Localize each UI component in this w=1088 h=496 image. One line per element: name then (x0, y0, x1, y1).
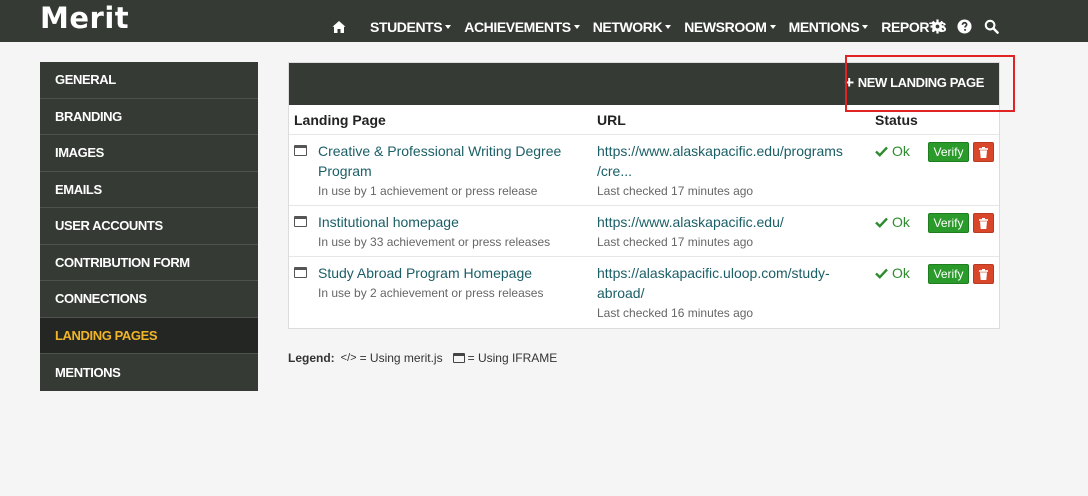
landing-page-url[interactable]: https://www.alaskapacific.edu/programs /… (597, 141, 843, 181)
table-row: Institutional homepage In use by 33 achi… (289, 206, 999, 257)
trash-icon (979, 217, 988, 229)
iframe-icon (294, 216, 307, 227)
nav-mentions[interactable]: MENTIONS (789, 19, 869, 35)
chevron-down-icon (769, 25, 776, 29)
iframe-icon (294, 267, 307, 278)
sidebar-item-mentions[interactable]: MENTIONS (40, 354, 258, 391)
iframe-icon (294, 145, 307, 156)
landing-page-title[interactable]: Study Abroad Program Homepage (318, 263, 532, 283)
check-icon (875, 146, 888, 157)
landing-page-title[interactable]: Creative & Professional Writing Degree P… (318, 141, 561, 181)
usage-text: In use by 33 achievement or press releas… (318, 235, 551, 249)
nav-utility-icons (929, 18, 1010, 34)
verify-button[interactable]: Verify (928, 213, 969, 233)
landing-page-title[interactable]: Institutional homepage (318, 212, 459, 232)
landing-page-url[interactable]: https://www.alaskapacific.edu/ (597, 212, 784, 232)
check-icon (875, 268, 888, 279)
last-checked-text: Last checked 17 minutes ago (597, 184, 754, 198)
nav-students[interactable]: STUDENTS (370, 19, 452, 35)
sidebar-item-user-accounts[interactable]: USER ACCOUNTS (40, 208, 258, 245)
top-nav-bar: Merit STUDENTS ACHIEVEMENTS NETWORK NEWS… (0, 0, 1088, 42)
table-row: Creative & Professional Writing Degree P… (289, 135, 999, 206)
chevron-down-icon (665, 25, 672, 29)
nav-network[interactable]: NETWORK (593, 19, 672, 35)
chevron-down-icon (573, 25, 580, 29)
table-row: Study Abroad Program Homepage In use by … (289, 257, 999, 328)
legend: Legend: </> = Using merit.js = Using IFR… (288, 351, 558, 365)
sidebar-item-landing-pages[interactable]: LANDING PAGES (40, 317, 258, 354)
delete-button[interactable] (973, 264, 994, 284)
highlight-annotation (845, 55, 1015, 112)
settings-sidebar: GENERAL BRANDING IMAGES EMAILS USER ACCO… (40, 62, 258, 391)
sidebar-item-general[interactable]: GENERAL (40, 62, 258, 99)
sidebar-item-emails[interactable]: EMAILS (40, 172, 258, 208)
iframe-icon (452, 353, 465, 363)
column-header-landing-page: Landing Page (294, 112, 386, 128)
main-nav: STUDENTS ACHIEVEMENTS NETWORK NEWSROOM M… (357, 16, 947, 38)
help-icon[interactable] (956, 18, 972, 34)
usage-text: In use by 1 achievement or press release (318, 184, 538, 198)
trash-icon (979, 146, 988, 158)
column-header-url: URL (597, 112, 626, 128)
chevron-down-icon (445, 25, 452, 29)
sidebar-item-images[interactable]: IMAGES (40, 135, 258, 172)
home-icon[interactable] (331, 19, 347, 35)
gear-icon[interactable] (929, 18, 945, 34)
merit-logo[interactable]: Merit (40, 1, 129, 35)
trash-icon (979, 268, 988, 280)
chevron-down-icon (862, 25, 869, 29)
status-ok: Ok (875, 214, 910, 230)
landing-page-url[interactable]: https://alaskapacific.uloop.com/study- a… (597, 263, 830, 303)
last-checked-text: Last checked 16 minutes ago (597, 306, 754, 320)
delete-button[interactable] (973, 213, 994, 233)
status-ok: Ok (875, 143, 910, 159)
sidebar-item-contribution-form[interactable]: CONTRIBUTION FORM (40, 245, 258, 281)
status-ok: Ok (875, 265, 910, 281)
usage-text: In use by 2 achievement or press release… (318, 286, 544, 300)
search-icon[interactable] (983, 18, 999, 34)
nav-newsroom[interactable]: NEWSROOM (684, 19, 776, 35)
column-header-status: Status (875, 112, 918, 128)
nav-achievements[interactable]: ACHIEVEMENTS (464, 19, 580, 35)
last-checked-text: Last checked 17 minutes ago (597, 235, 754, 249)
check-icon (875, 217, 888, 228)
sidebar-item-branding[interactable]: BRANDING (40, 99, 258, 135)
verify-button[interactable]: Verify (928, 264, 969, 284)
verify-button[interactable]: Verify (928, 142, 969, 162)
sidebar-item-connections[interactable]: CONNECTIONS (40, 281, 258, 318)
delete-button[interactable] (973, 142, 994, 162)
code-icon: </> (340, 352, 357, 364)
